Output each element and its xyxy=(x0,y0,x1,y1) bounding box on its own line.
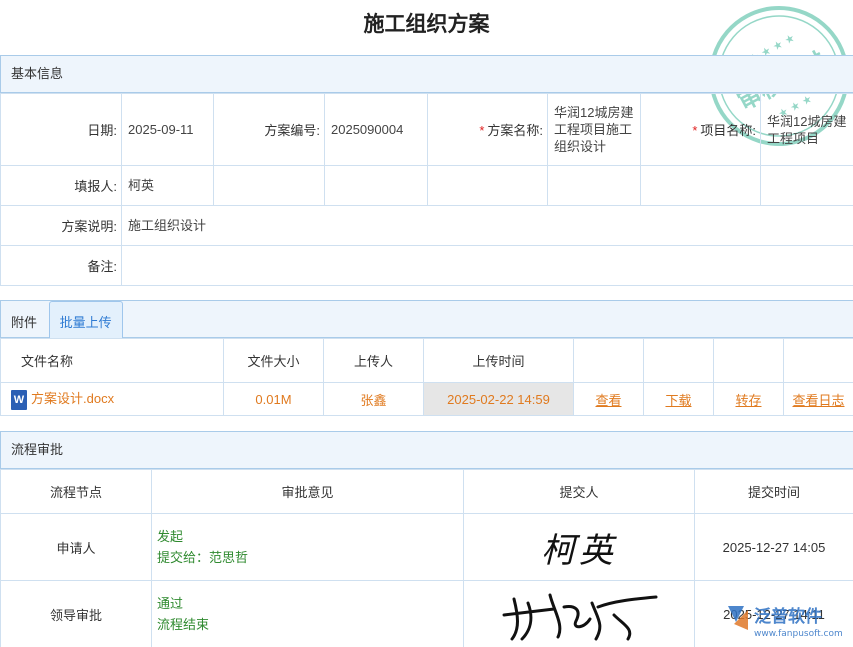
opinion-cell: 通过 流程结束 xyxy=(152,581,464,647)
filler-value: 柯英 xyxy=(122,166,214,206)
date-value: 2025-09-11 xyxy=(122,94,214,166)
save-to-link[interactable]: 转存 xyxy=(735,393,761,408)
word-doc-icon: W xyxy=(11,390,27,410)
col-upload-time: 上传时间 xyxy=(424,339,574,383)
col-uploader: 上传人 xyxy=(324,339,424,383)
signature-cell: 柯英 xyxy=(464,514,695,581)
col-node: 流程节点 xyxy=(1,470,152,514)
brand-watermark: 泛普软件 www.fanpusoft.com xyxy=(724,600,853,640)
col-file-name: 文件名称 xyxy=(1,339,224,383)
plan-name-label: *方案名称: xyxy=(428,94,548,166)
basic-info-table: 日期: 2025-09-11 方案编号: 2025090004 *方案名称: 华… xyxy=(0,93,853,286)
project-name-value: 华润12城房建工程项目 xyxy=(761,94,853,166)
col-file-size: 文件大小 xyxy=(224,339,324,383)
opinion-line: 流程结束 xyxy=(157,614,463,635)
opinion-line: 提交给：范思哲 xyxy=(157,547,463,568)
opinion-cell: 发起 提交给：范思哲 xyxy=(152,514,464,581)
signature: 柯英 xyxy=(541,531,617,571)
page-title: 施工组织方案 xyxy=(0,0,853,50)
workflow-row: 申请人 发起 提交给：范思哲 柯英 2025-12-27 14:05 xyxy=(1,514,853,581)
signature xyxy=(494,585,664,641)
file-name-link[interactable]: 方案设计.docx xyxy=(31,391,114,406)
file-name-cell: W 方案设计.docx xyxy=(1,383,224,416)
file-size: 0.01M xyxy=(224,383,324,416)
code-label: 方案编号: xyxy=(214,94,325,166)
project-name-label: *项目名称: xyxy=(641,94,761,166)
workflow-header: 流程审批 xyxy=(0,431,853,469)
watermark-brand: 泛普软件 xyxy=(754,606,822,627)
basic-info-header: 基本信息 xyxy=(0,55,853,93)
view-log-link[interactable]: 查看日志 xyxy=(792,393,844,408)
code-value: 2025090004 xyxy=(325,94,428,166)
attachments-header: 附件 批量上传 xyxy=(0,300,853,338)
file-upload-time: 2025-02-22 14:59 xyxy=(424,383,574,416)
col-submit-time: 提交时间 xyxy=(695,470,853,514)
signature-cell xyxy=(464,581,695,647)
plan-name-value: 华润12城房建工程项目施工组织设计 xyxy=(548,94,641,166)
attachments-title: 附件 xyxy=(11,315,37,330)
required-mark: * xyxy=(692,123,697,138)
view-link[interactable]: 查看 xyxy=(595,393,621,408)
description-label: 方案说明: xyxy=(1,206,122,246)
node-name: 申请人 xyxy=(1,514,152,581)
submit-time: 2025-12-27 14:05 xyxy=(695,514,853,581)
attachments-table: 文件名称 文件大小 上传人 上传时间 W 方案设计.docx 0.01M 张鑫 2… xyxy=(0,338,853,416)
opinion-line: 通过 xyxy=(157,593,463,614)
remark-label: 备注: xyxy=(1,246,122,286)
remark-value xyxy=(122,246,853,286)
filler-label: 填报人: xyxy=(1,166,122,206)
opinion-line: 发起 xyxy=(157,526,463,547)
attachment-row: W方案设计.docx 0.01M 张鑫 2025-02-22 14:59 查看 … xyxy=(1,383,853,416)
description-value: 施工组织设计 xyxy=(122,206,853,246)
node-name: 领导审批 xyxy=(1,581,152,647)
col-opinion: 审批意见 xyxy=(152,470,464,514)
col-submitter: 提交人 xyxy=(464,470,695,514)
download-link[interactable]: 下载 xyxy=(665,393,691,408)
date-label: 日期: xyxy=(1,94,122,166)
file-uploader: 张鑫 xyxy=(324,383,424,416)
required-mark: * xyxy=(479,123,484,138)
watermark-url: www.fanpusoft.com xyxy=(754,629,843,639)
